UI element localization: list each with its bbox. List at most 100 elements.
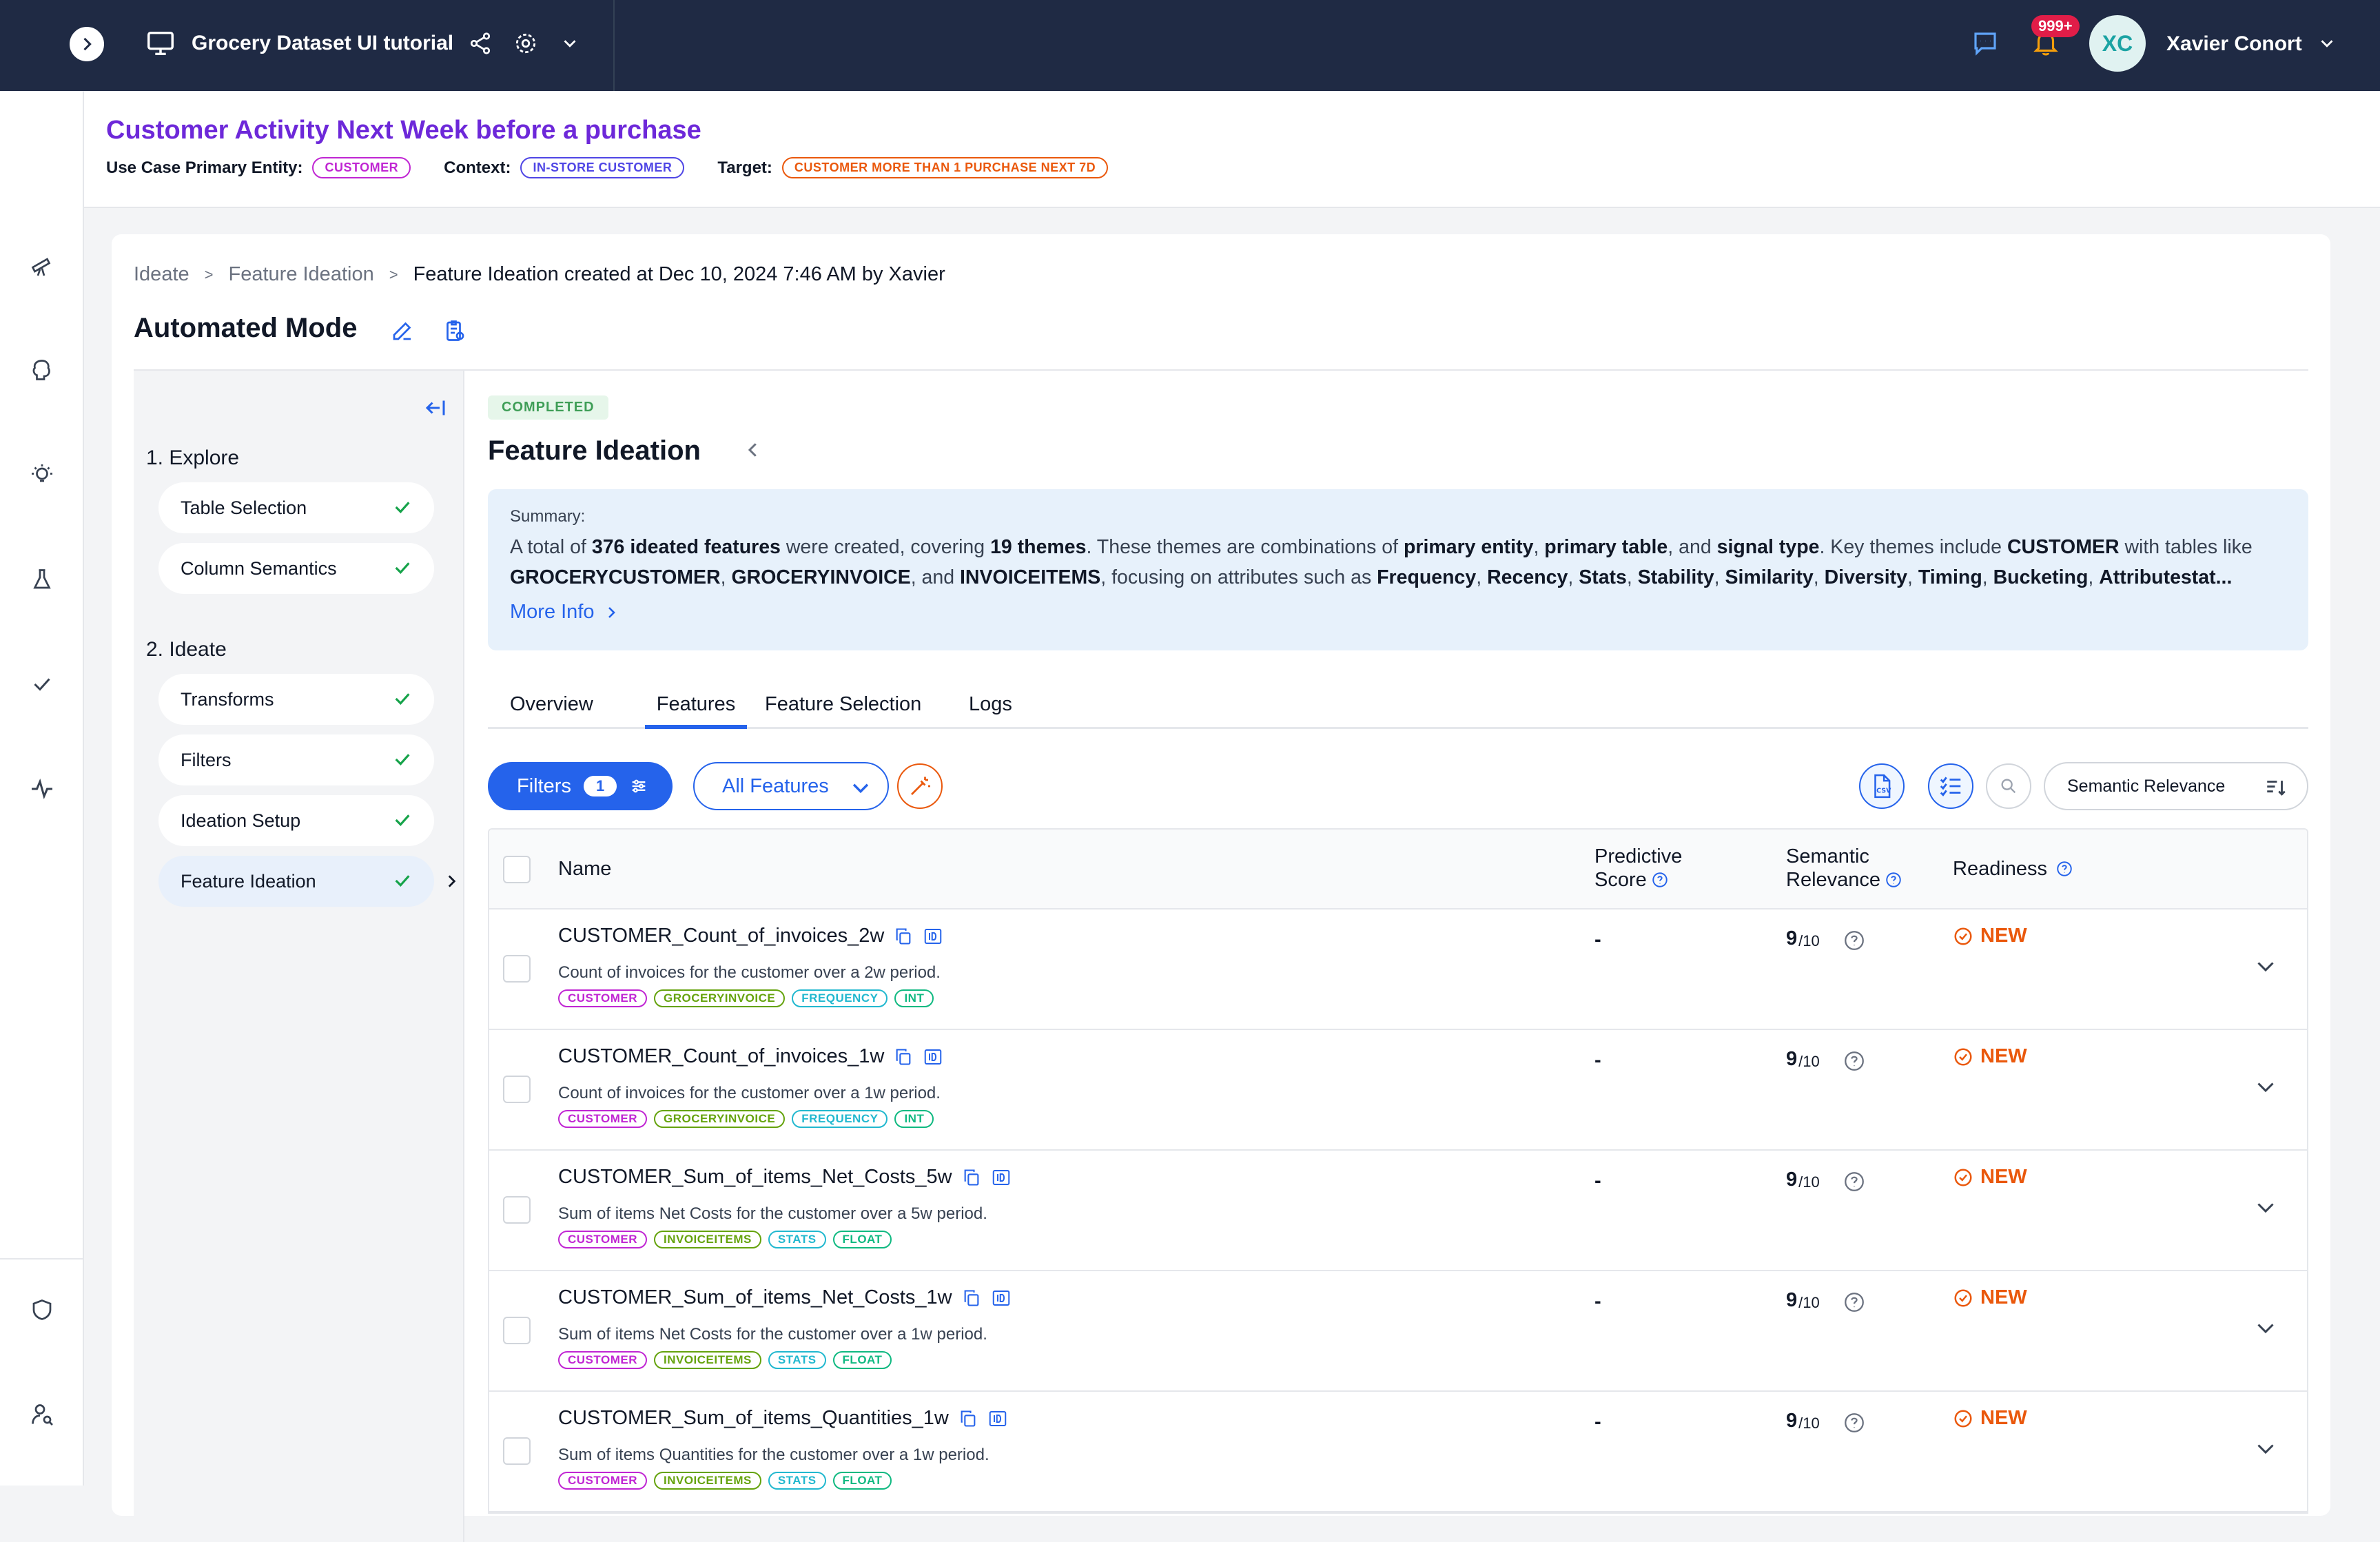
share-icon[interactable] [464, 28, 496, 59]
help-icon[interactable] [1843, 1411, 1866, 1438]
user-search-icon[interactable] [25, 1397, 59, 1432]
table-row[interactable]: CUSTOMER_Count_of_invoices_1w Count of i… [489, 1030, 2307, 1151]
step-item-table-selection[interactable]: Table Selection [158, 482, 434, 533]
step-item-transforms[interactable]: Transforms [158, 674, 434, 725]
table-row[interactable]: CUSTOMER_Count_of_invoices_2w Count of i… [489, 909, 2307, 1030]
select-all-checkbox[interactable] [503, 856, 531, 883]
copy-icon[interactable] [894, 927, 913, 946]
chat-icon[interactable] [1969, 28, 2001, 59]
table-row[interactable]: CUSTOMER_Sum_of_items_Quantities_1w Sum … [489, 1392, 2307, 1512]
column-name-header[interactable]: Name [558, 857, 611, 881]
step-item-feature-ideation[interactable]: Feature Ideation [158, 856, 434, 907]
expand-row-icon[interactable] [2253, 1436, 2278, 1464]
row-checkbox[interactable] [503, 1437, 531, 1465]
step-item-ideation-setup[interactable]: Ideation Setup [158, 795, 434, 846]
panel-title: Feature Ideation [488, 435, 701, 466]
download-csv-button[interactable]: CSV [1859, 763, 1905, 809]
breadcrumb: Ideate > Feature Ideation > Feature Idea… [134, 263, 945, 286]
search-icon [1999, 777, 2018, 796]
readiness-status: NEW [1953, 1407, 2027, 1430]
row-checkbox[interactable] [503, 1076, 531, 1103]
flask-icon[interactable] [25, 562, 59, 597]
help-icon[interactable] [1843, 1049, 1866, 1076]
expand-row-icon[interactable] [2253, 954, 2278, 982]
checkmark-icon[interactable] [25, 667, 59, 701]
semantic-relevance-value: 9 [1786, 1289, 1798, 1311]
more-info-link[interactable]: More Info [510, 601, 2286, 624]
tab-logs[interactable]: Logs [969, 693, 1012, 716]
telescope-icon[interactable] [25, 248, 59, 282]
use-case-title[interactable]: Customer Activity Next Week before a pur… [106, 116, 701, 145]
expand-row-icon[interactable] [2253, 1074, 2278, 1102]
feature-name[interactable]: CUSTOMER_Sum_of_items_Net_Costs_5w [558, 1166, 952, 1189]
id-icon[interactable] [923, 1047, 943, 1067]
feature-name[interactable]: CUSTOMER_Sum_of_items_Net_Costs_1w [558, 1286, 952, 1309]
semantic-relevance-value: 9 [1786, 1169, 1798, 1191]
user-name[interactable]: Xavier Conort [2166, 29, 2302, 59]
gear-icon[interactable] [510, 28, 542, 59]
help-icon[interactable] [1651, 871, 1669, 889]
feature-tag: CUSTOMER [558, 1472, 647, 1490]
step-item-filters[interactable]: Filters [158, 734, 434, 785]
breadcrumb-ideate[interactable]: Ideate [134, 263, 189, 286]
clipboard-icon[interactable] [440, 316, 470, 346]
activity-icon[interactable] [25, 772, 59, 806]
search-button[interactable] [1986, 763, 2031, 809]
left-rail [0, 0, 84, 1486]
expand-row-icon[interactable] [2253, 1315, 2278, 1344]
column-semantic-relevance-header[interactable]: Semantic Relevance [1786, 845, 1902, 892]
magic-wand-icon [907, 774, 932, 799]
expand-row-icon[interactable] [2253, 1195, 2278, 1223]
all-features-select[interactable]: All Features [693, 762, 889, 810]
expand-nav-button[interactable] [68, 25, 106, 63]
magic-wand-button[interactable] [897, 763, 943, 809]
user-menu-chevron-icon[interactable] [2311, 28, 2343, 59]
row-checkbox[interactable] [503, 1317, 531, 1344]
copy-icon[interactable] [962, 1168, 981, 1187]
edit-icon[interactable] [387, 316, 418, 346]
feature-name[interactable]: CUSTOMER_Count_of_invoices_1w [558, 1045, 884, 1068]
breadcrumb-feature-ideation[interactable]: Feature Ideation [229, 263, 374, 286]
header-line: Relevance [1786, 869, 1881, 891]
copy-icon[interactable] [894, 1047, 913, 1067]
tab-features[interactable]: Features [645, 693, 747, 729]
project-title[interactable]: Grocery Dataset UI tutorial [192, 28, 453, 59]
tab-feature-selection[interactable]: Feature Selection [765, 693, 921, 716]
checklist-button[interactable] [1928, 763, 1973, 809]
brain-icon[interactable] [25, 353, 59, 387]
help-icon[interactable] [1885, 871, 1902, 889]
column-readiness-header[interactable]: Readiness [1953, 857, 2073, 881]
id-icon[interactable] [991, 1288, 1012, 1308]
id-icon[interactable] [987, 1408, 1008, 1429]
feature-name[interactable]: CUSTOMER_Count_of_invoices_2w [558, 925, 884, 947]
chevron-left-icon[interactable] [743, 440, 763, 464]
avatar[interactable]: XC [2089, 15, 2146, 72]
step-item-column-semantics[interactable]: Column Semantics [158, 543, 434, 594]
column-predictive-score-header[interactable]: Predictive Score [1594, 845, 1682, 892]
semantic-relevance: 9/10 [1786, 1410, 1820, 1432]
feature-name[interactable]: CUSTOMER_Sum_of_items_Quantities_1w [558, 1407, 949, 1430]
table-row[interactable]: CUSTOMER_Sum_of_items_Net_Costs_1w Sum o… [489, 1271, 2307, 1392]
help-icon[interactable] [1843, 929, 1866, 956]
check-icon [391, 809, 413, 836]
collapse-panel-icon[interactable] [423, 395, 448, 424]
help-icon[interactable] [1843, 1291, 1866, 1317]
row-checkbox[interactable] [503, 1196, 531, 1224]
primary-entity-label: Use Case Primary Entity: [106, 158, 303, 177]
table-row[interactable]: CUSTOMER_Sum_of_items_Net_Costs_5w Sum o… [489, 1151, 2307, 1271]
filters-button[interactable]: Filters 1 [488, 762, 673, 810]
shield-icon[interactable] [25, 1293, 59, 1327]
context-label: Context: [444, 158, 511, 177]
sort-select[interactable]: Semantic Relevance [2044, 762, 2308, 810]
help-icon[interactable] [1843, 1170, 1866, 1197]
id-icon[interactable] [991, 1167, 1012, 1188]
check-icon [391, 748, 413, 775]
id-icon[interactable] [923, 926, 943, 947]
lightbulb-icon[interactable] [25, 458, 59, 492]
row-checkbox[interactable] [503, 955, 531, 983]
copy-icon[interactable] [958, 1409, 978, 1428]
chevron-down-icon[interactable] [554, 28, 586, 59]
help-icon[interactable] [2055, 860, 2073, 878]
tab-overview[interactable]: Overview [510, 693, 593, 716]
copy-icon[interactable] [962, 1288, 981, 1308]
